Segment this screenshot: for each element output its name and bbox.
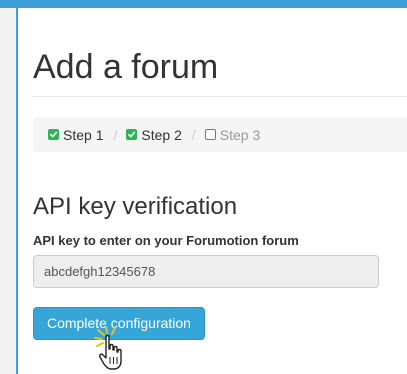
title-divider — [33, 96, 407, 97]
top-accent-bar — [0, 0, 407, 8]
section-title: API key verification — [33, 193, 238, 220]
step-1-label: Step 1 — [63, 126, 104, 143]
step-2-label: Step 2 — [141, 126, 182, 143]
left-sidebar-gutter — [0, 8, 16, 374]
step-breadcrumb: Step 1 / Step 2 / Step 3 — [33, 117, 407, 152]
hand-pointer-cursor-icon — [94, 327, 122, 370]
page-title: Add a forum — [33, 48, 219, 86]
api-key-label: API key to enter on your Forumotion foru… — [33, 233, 299, 248]
step-2: Step 2 — [126, 126, 182, 143]
breadcrumb-separator: / — [113, 126, 118, 143]
left-accent-rule — [16, 8, 18, 374]
step-3: Step 3 — [204, 126, 261, 143]
api-key-field[interactable] — [33, 255, 379, 288]
step-3-label: Step 3 — [219, 126, 261, 143]
step-1: Step 1 — [48, 127, 103, 143]
check-square-icon — [126, 129, 138, 140]
breadcrumb-separator: / — [191, 126, 196, 143]
check-square-icon — [48, 129, 59, 140]
empty-square-icon — [204, 129, 216, 140]
